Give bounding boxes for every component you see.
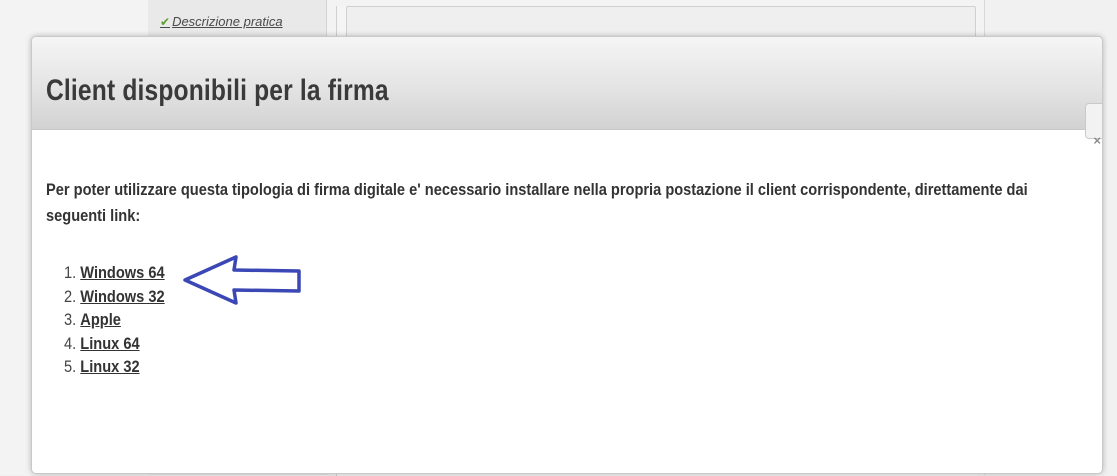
- left-arrow-icon: [183, 255, 301, 305]
- list-item-number: 1.: [64, 263, 77, 282]
- dialog-header: Client disponibili per la firma: [32, 37, 1102, 130]
- dialog-title: Client disponibili per la firma: [46, 74, 389, 107]
- link-windows-32[interactable]: Windows 32: [80, 287, 164, 306]
- sidebar-item-descrizione-pratica[interactable]: ✔ Descrizione pratica: [160, 14, 283, 29]
- list-item-number: 2.: [64, 286, 77, 306]
- link-apple[interactable]: Apple: [80, 310, 121, 329]
- list-item: 5. Linux 32: [64, 355, 165, 379]
- list-item: 3. Apple: [64, 308, 165, 332]
- close-icon[interactable]: ×: [1093, 133, 1101, 148]
- link-linux-64[interactable]: Linux 64: [80, 334, 139, 353]
- list-item: 4. Linux 64: [64, 332, 165, 356]
- list-item: 2. Windows 32: [64, 285, 165, 309]
- link-linux-32[interactable]: Linux 32: [80, 357, 139, 376]
- check-icon: ✔: [160, 15, 171, 29]
- sidebar-item-label: Descrizione pratica: [172, 14, 283, 29]
- intro-text: Per poter utilizzare questa tipologia di…: [46, 180, 1028, 225]
- list-item-number: 4.: [64, 333, 77, 353]
- list-item-number: 3.: [64, 310, 77, 329]
- list-item: 1. Windows 64: [64, 261, 165, 285]
- background-input-field[interactable]: [346, 6, 976, 38]
- client-link-list: 1. Windows 64 2. Windows 32 3. Apple 4. …: [64, 261, 181, 379]
- link-windows-64[interactable]: Windows 64: [80, 263, 164, 282]
- list-item-number: 5.: [64, 357, 77, 376]
- dialog-body: Per poter utilizzare questa tipologia di…: [46, 177, 1096, 376]
